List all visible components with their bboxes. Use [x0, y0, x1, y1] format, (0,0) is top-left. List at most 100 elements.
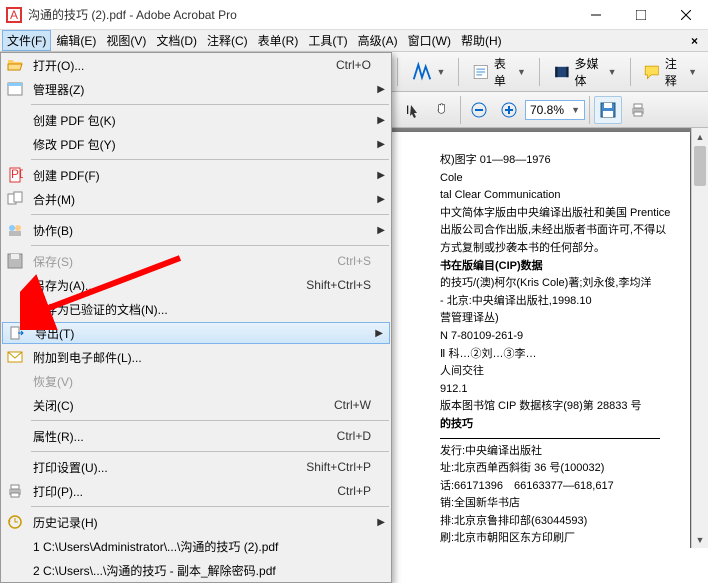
menu-item-label: 打开(O)... — [29, 57, 336, 74]
menu-item[interactable]: 历史记录(H)▶ — [1, 510, 391, 534]
scroll-up-arrow[interactable]: ▲ — [692, 128, 708, 145]
page-text-line: N 7-80109-261-9 — [440, 328, 660, 346]
print-icon — [1, 483, 29, 499]
submenu-arrow-icon: ▶ — [377, 517, 385, 528]
menu-forms[interactable]: 表单(R) — [253, 30, 304, 51]
minimize-button[interactable] — [573, 0, 618, 30]
menu-item[interactable]: 修改 PDF 包(Y)▶ — [1, 132, 391, 156]
submenu-arrow-icon: ▶ — [377, 84, 385, 95]
menu-item-label: 1 C:\Users\Administrator\...\沟通的技巧 (2).p… — [29, 538, 391, 555]
menu-item[interactable]: 关闭(C)Ctrl+W — [1, 393, 391, 417]
menu-item[interactable]: 创建 PDF 包(K)▶ — [1, 108, 391, 132]
menu-item[interactable]: 打印设置(U)...Shift+Ctrl+P — [1, 455, 391, 479]
menu-shortcut: Ctrl+P — [337, 484, 391, 498]
menu-item-label: 2 C:\Users\...\沟通的技巧 - 副本_解除密码.pdf — [29, 562, 391, 579]
menu-item-label: 属性(R)... — [29, 428, 337, 445]
menu-item[interactable]: 合并(M)▶ — [1, 187, 391, 211]
save-tool[interactable] — [594, 96, 622, 124]
plus-icon — [501, 102, 517, 118]
menu-file[interactable]: 文件(F) — [2, 30, 51, 51]
menu-tools[interactable]: 工具(T) — [303, 30, 352, 51]
sign-button[interactable]: ▼ — [404, 56, 453, 88]
menu-item[interactable]: 打开(O)...Ctrl+O — [1, 53, 391, 77]
submenu-arrow-icon: ▶ — [377, 139, 385, 150]
menu-help[interactable]: 帮助(H) — [456, 30, 507, 51]
multimedia-label: 多媒体 — [575, 55, 604, 89]
menu-item[interactable]: 属性(R)...Ctrl+D — [1, 424, 391, 448]
forms-label: 表单 — [494, 55, 513, 89]
film-icon — [553, 61, 571, 83]
menu-item-label: 关闭(C) — [29, 397, 334, 414]
zoom-in-button[interactable] — [495, 96, 523, 124]
submenu-arrow-icon: ▶ — [377, 115, 385, 126]
menu-item: 恢复(V) — [1, 369, 391, 393]
menu-item[interactable]: 管理器(Z)▶ — [1, 77, 391, 101]
submenu-arrow-icon: ▶ — [377, 225, 385, 236]
comment-button[interactable]: 注释▼ — [636, 50, 704, 94]
menu-window[interactable]: 窗口(W) — [403, 30, 456, 51]
history-icon — [1, 514, 29, 530]
menu-item-label: 保存(S) — [29, 253, 337, 270]
page-divider — [440, 438, 660, 439]
menu-item[interactable]: PDF创建 PDF(F)▶ — [1, 163, 391, 187]
zoom-out-button[interactable] — [465, 96, 493, 124]
page-text-line: 发行:中央编译出版社 — [440, 443, 660, 461]
menu-shortcut: Ctrl+W — [334, 398, 391, 412]
menu-separator — [31, 451, 389, 452]
collab-icon — [1, 222, 29, 238]
menu-bar: 文件(F) 编辑(E) 视图(V) 文档(D) 注释(C) 表单(R) 工具(T… — [0, 30, 708, 52]
save-icon — [1, 253, 29, 269]
menu-item-label: 创建 PDF 包(K) — [29, 112, 391, 129]
menu-item-label: 另存为(A)... — [29, 277, 306, 294]
app-icon: A — [6, 7, 22, 23]
menu-document[interactable]: 文档(D) — [151, 30, 202, 51]
print-tool[interactable] — [624, 96, 652, 124]
forms-button[interactable]: 表单▼ — [465, 50, 533, 94]
maximize-button[interactable] — [618, 0, 663, 30]
menu-separator — [31, 214, 389, 215]
menu-item[interactable]: 2 C:\Users\...\沟通的技巧 - 副本_解除密码.pdf — [1, 558, 391, 582]
menu-separator — [31, 420, 389, 421]
menu-comments[interactable]: 注释(C) — [202, 30, 253, 51]
menu-item-label: 附加到电子邮件(L)... — [29, 349, 391, 366]
menu-item[interactable]: 另存为已验证的文档(N)... — [1, 297, 391, 321]
select-tool[interactable]: I — [398, 96, 426, 124]
menu-item[interactable]: 附加到电子邮件(L)... — [1, 345, 391, 369]
page-text-line: 方式复制或抄袭本书的任何部分。 — [440, 240, 660, 258]
menu-item[interactable]: 协作(B)▶ — [1, 218, 391, 242]
sign-icon — [411, 61, 433, 83]
menu-item[interactable]: 打印(P)...Ctrl+P — [1, 479, 391, 503]
disk-icon — [600, 102, 616, 118]
page-text-line: 的技巧 — [440, 416, 660, 434]
multimedia-button[interactable]: 多媒体▼ — [546, 50, 624, 94]
menu-item[interactable]: 另存为(A)...Shift+Ctrl+S — [1, 273, 391, 297]
menu-item-label: 导出(T) — [31, 325, 389, 342]
close-button[interactable] — [663, 0, 708, 30]
mail-icon — [1, 349, 29, 365]
vertical-scrollbar[interactable]: ▲ ▼ — [691, 128, 708, 548]
page-text-line: 中文简体字版由中央编译出版社和美国 Prentice — [440, 205, 660, 223]
menu-item[interactable]: 1 C:\Users\Administrator\...\沟通的技巧 (2).p… — [1, 534, 391, 558]
page-text-line: 权)图字 01—98—1976 — [440, 152, 660, 170]
menu-item-label: 历史记录(H) — [29, 514, 391, 531]
menu-advanced[interactable]: 高级(A) — [353, 30, 403, 51]
menu-item[interactable]: 导出(T)▶ — [2, 322, 390, 344]
comment-label: 注释 — [665, 55, 684, 89]
menu-edit[interactable]: 编辑(E) — [51, 30, 101, 51]
menu-view[interactable]: 视图(V) — [101, 30, 151, 51]
menu-item-label: 打印(P)... — [29, 483, 337, 500]
scroll-thumb[interactable] — [694, 146, 706, 186]
page-text-line: 912.1 — [440, 381, 660, 399]
svg-text:PDF: PDF — [11, 167, 23, 181]
svg-text:I: I — [406, 103, 409, 117]
zoom-input[interactable]: 70.8%▼ — [525, 100, 585, 120]
menu-separator — [31, 506, 389, 507]
printer-icon — [630, 102, 646, 118]
menu-item-label: 管理器(Z) — [29, 81, 391, 98]
combine-icon — [1, 191, 29, 207]
create-pdf-icon: PDF — [1, 167, 29, 183]
hand-tool[interactable] — [428, 96, 456, 124]
scroll-down-arrow[interactable]: ▼ — [692, 531, 708, 548]
comment-icon — [643, 61, 661, 83]
document-close-button[interactable]: × — [683, 34, 706, 48]
